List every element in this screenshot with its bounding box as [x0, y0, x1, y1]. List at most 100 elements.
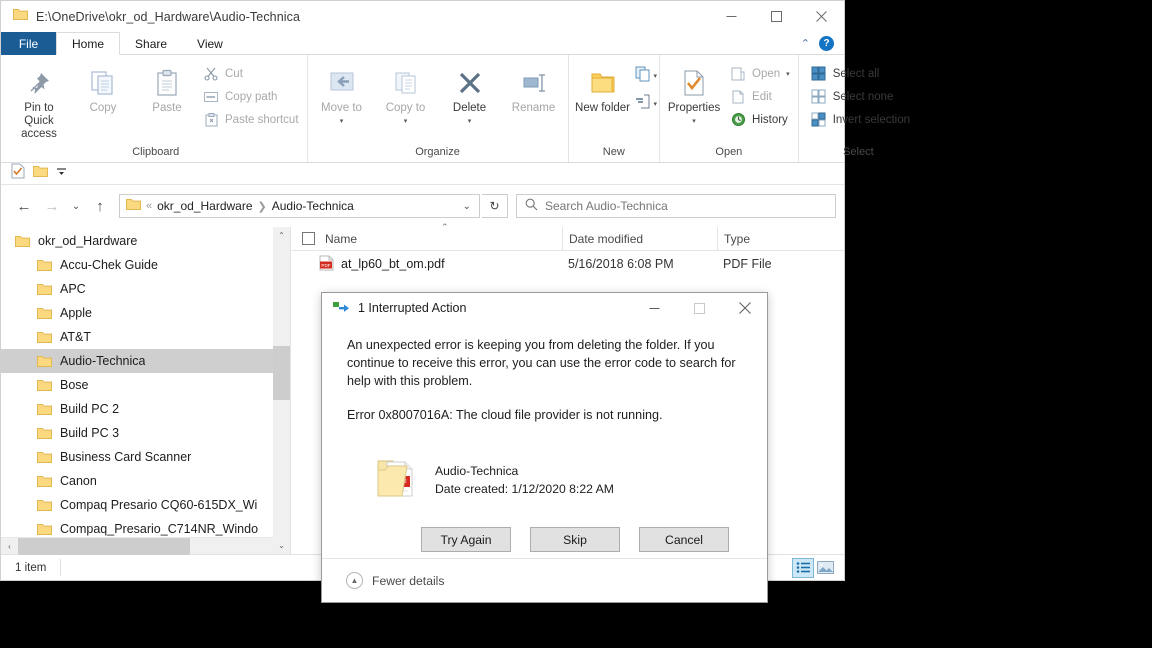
- breadcrumb-item-1[interactable]: Audio-Technica: [272, 199, 354, 213]
- large-icons-view-button[interactable]: [814, 558, 836, 578]
- properties-button[interactable]: Properties ▾: [662, 61, 726, 128]
- new-item-button[interactable]: ▾: [635, 65, 658, 87]
- search-box[interactable]: Search Audio-Technica: [516, 194, 836, 218]
- tree-item[interactable]: Accu-Chek Guide: [1, 253, 290, 277]
- tree-scroll-track[interactable]: [273, 244, 290, 537]
- new-folder-small-icon[interactable]: [33, 165, 48, 183]
- refresh-button[interactable]: ↻: [482, 194, 508, 218]
- breadcrumb-item-0[interactable]: okr_od_Hardware: [157, 199, 252, 213]
- move-to-button[interactable]: Move to ▾: [310, 61, 374, 128]
- paste-shortcut-button[interactable]: Paste shortcut: [199, 109, 305, 130]
- tree-scroll-thumb[interactable]: [273, 346, 290, 400]
- column-header-type[interactable]: Type: [717, 226, 827, 251]
- breadcrumb-overflow-icon[interactable]: «: [146, 200, 152, 212]
- search-icon: [525, 198, 538, 214]
- tree-hscroll-left-button[interactable]: ‹: [1, 538, 18, 555]
- new-item-dropdown-icon[interactable]: ▾: [654, 72, 658, 80]
- pin-to-quick-access-button[interactable]: Pin to Quick access: [7, 61, 71, 141]
- tree-horizontal-scrollbar[interactable]: ‹ ›: [1, 537, 290, 555]
- customize-quick-access-icon[interactable]: [56, 165, 67, 183]
- back-button[interactable]: ←: [11, 193, 37, 219]
- try-again-button[interactable]: Try Again: [421, 527, 511, 552]
- tree-item[interactable]: okr_od_Hardware: [1, 229, 290, 253]
- close-button[interactable]: [799, 1, 844, 32]
- tree-item[interactable]: Business Card Scanner: [1, 445, 290, 469]
- tree-scroll-up-button[interactable]: ⌃: [273, 227, 290, 244]
- recent-locations-button[interactable]: ⌄: [67, 193, 85, 219]
- column-header-date-label: Date modified: [569, 231, 644, 246]
- select-all-button[interactable]: Select all: [807, 63, 916, 84]
- dialog-title-bar: 1 Interrupted Action: [322, 293, 767, 323]
- tree-item[interactable]: Build PC 2: [1, 397, 290, 421]
- tree-item[interactable]: APC: [1, 277, 290, 301]
- delete-button[interactable]: Delete ▾: [438, 61, 502, 128]
- chevron-up-circle-icon[interactable]: ▲: [346, 572, 363, 589]
- tree-hscroll-thumb[interactable]: [18, 537, 190, 555]
- copy-to-button[interactable]: Copy to ▾: [374, 61, 438, 128]
- tab-share[interactable]: Share: [120, 32, 182, 55]
- tree-item[interactable]: Compaq Presario CQ60-615DX_Wi: [1, 493, 290, 517]
- tab-file[interactable]: File: [1, 32, 56, 55]
- forward-button[interactable]: →: [39, 193, 65, 219]
- open-small-commands: Open ▾ Edit History: [726, 61, 796, 130]
- dialog-close-button[interactable]: [722, 293, 767, 323]
- maximize-button[interactable]: [754, 1, 799, 32]
- tree-item[interactable]: Build PC 3: [1, 421, 290, 445]
- invert-selection-button[interactable]: Invert selection: [807, 109, 916, 130]
- properties-small-icon[interactable]: [11, 163, 25, 184]
- tree-vertical-scrollbar[interactable]: ⌃ ⌄: [273, 227, 290, 554]
- folder-tree[interactable]: okr_od_Hardware Accu-Chek Guide APC Apple AT…: [1, 227, 290, 537]
- file-name-cell[interactable]: PDF at_lp60_bt_om.pdf: [291, 255, 562, 274]
- tree-item[interactable]: Audio-Technica: [1, 349, 290, 373]
- fewer-details-label[interactable]: Fewer details: [372, 574, 444, 588]
- copy-to-dropdown-icon[interactable]: ▾: [404, 115, 408, 128]
- up-button[interactable]: ↑: [87, 193, 113, 219]
- easy-access-button[interactable]: ▾: [635, 93, 658, 115]
- minimize-button[interactable]: [709, 1, 754, 32]
- open-button[interactable]: Open ▾: [726, 63, 796, 84]
- tree-hscroll-track[interactable]: [18, 537, 273, 555]
- open-dropdown-icon[interactable]: ▾: [786, 70, 790, 78]
- tab-view[interactable]: View: [182, 32, 238, 55]
- copy-button[interactable]: Copy: [71, 61, 135, 115]
- copy-path-button[interactable]: Copy path: [199, 86, 305, 107]
- dialog-body: An unexpected error is keeping you from …: [322, 323, 767, 558]
- select-all-icon: [811, 66, 827, 82]
- edit-button[interactable]: Edit: [726, 86, 796, 107]
- tree-item[interactable]: Apple: [1, 301, 290, 325]
- tree-item[interactable]: Canon: [1, 469, 290, 493]
- select-all-checkbox[interactable]: [291, 232, 319, 245]
- breadcrumb-separator-icon[interactable]: ❯: [258, 200, 267, 213]
- tree-item[interactable]: Bose: [1, 373, 290, 397]
- dialog-message: An unexpected error is keeping you from …: [347, 338, 736, 388]
- move-to-dropdown-icon[interactable]: ▾: [340, 115, 344, 128]
- new-folder-button[interactable]: New folder: [571, 61, 635, 115]
- dialog-maximize-button[interactable]: [677, 293, 722, 323]
- help-icon[interactable]: ?: [819, 36, 834, 51]
- breadcrumb[interactable]: « okr_od_Hardware ❯ Audio-Technica ⌄: [119, 194, 480, 218]
- tree-item[interactable]: Compaq_Presario_C714NR_Windo: [1, 517, 290, 537]
- tree-scroll-down-button[interactable]: ⌄: [273, 537, 290, 554]
- dialog-minimize-button[interactable]: [632, 293, 677, 323]
- select-none-button[interactable]: Select none: [807, 86, 916, 107]
- breadcrumb-dropdown-icon[interactable]: ⌄: [459, 201, 475, 212]
- tree-item-label: AT&T: [60, 330, 92, 344]
- tab-home[interactable]: Home: [56, 32, 121, 55]
- cut-button[interactable]: Cut: [199, 63, 305, 84]
- paste-button[interactable]: Paste: [135, 61, 199, 115]
- table-row[interactable]: PDF at_lp60_bt_om.pdf 5/16/2018 6:08 PM …: [291, 251, 844, 277]
- rename-button[interactable]: Rename: [502, 61, 566, 115]
- column-header-name[interactable]: ⌃ Name: [319, 222, 562, 251]
- skip-button[interactable]: Skip: [530, 527, 620, 552]
- details-view-button[interactable]: [792, 557, 814, 578]
- column-header-date-modified[interactable]: Date modified: [562, 226, 717, 251]
- search-input[interactable]: Search Audio-Technica: [545, 199, 668, 213]
- easy-access-dropdown-icon[interactable]: ▾: [654, 100, 658, 108]
- history-button[interactable]: History: [726, 109, 796, 130]
- tree-item[interactable]: AT&T: [1, 325, 290, 349]
- copy-to-label: Copy to: [385, 102, 426, 114]
- cancel-button[interactable]: Cancel: [639, 527, 729, 552]
- collapse-ribbon-icon[interactable]: ⌃: [801, 37, 810, 50]
- properties-dropdown-icon[interactable]: ▾: [692, 115, 696, 128]
- delete-dropdown-icon[interactable]: ▾: [468, 115, 472, 128]
